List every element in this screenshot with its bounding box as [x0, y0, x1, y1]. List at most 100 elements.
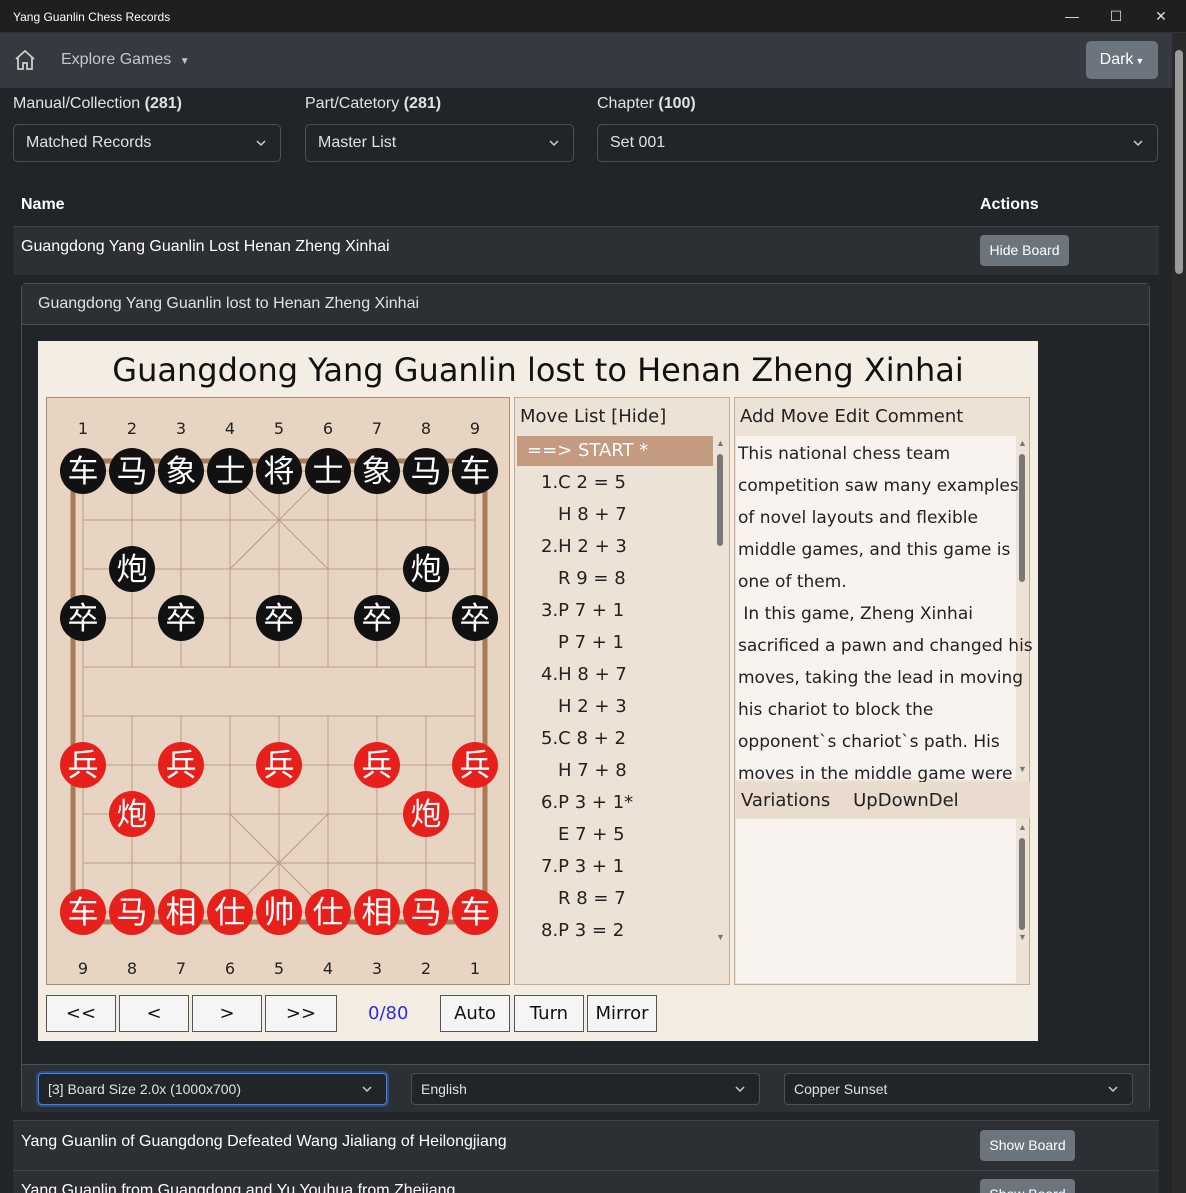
board-theme-select[interactable]: Copper Sunset	[784, 1073, 1133, 1105]
scroll-down-arrow-icon[interactable]: ▼	[1018, 932, 1027, 942]
move-item[interactable]: H 7 + 8	[558, 760, 627, 781]
black-piece: 车	[68, 454, 99, 490]
board-size-select[interactable]: [3] Board Size 2.0x (1000x700)	[38, 1073, 387, 1105]
first-move-button[interactable]: <<	[46, 995, 116, 1032]
file-label-bottom: 3	[372, 959, 382, 978]
hide-board-button[interactable]: Hide Board	[980, 235, 1069, 266]
red-piece: 马	[411, 895, 442, 931]
black-piece: 士	[215, 454, 246, 490]
board-theme-value: Copper Sunset	[794, 1081, 888, 1097]
file-label-top: 6	[323, 419, 333, 438]
caret-down-icon: ▼	[1135, 56, 1145, 66]
window-title: Yang Guanlin Chess Records	[13, 10, 171, 24]
move-list-header[interactable]: Move List [Hide]	[520, 406, 666, 427]
move-counter: 0/80	[368, 1003, 409, 1024]
move-item[interactable]: 8.P 3 = 2	[541, 920, 624, 941]
red-piece: 车	[460, 895, 491, 931]
move-item[interactable]: 7.P 3 + 1	[541, 856, 624, 877]
comment-scrollbar[interactable]: ▲ ▼	[1015, 438, 1029, 778]
black-pawn: 卒	[264, 601, 295, 637]
prev-move-button[interactable]: <	[119, 995, 189, 1032]
move-item[interactable]: 4.H 8 + 7	[541, 664, 627, 685]
show-board-button[interactable]: Show Board	[980, 1179, 1075, 1193]
auto-play-button[interactable]: Auto	[440, 995, 510, 1032]
part-select-value: Master List	[318, 134, 397, 151]
chapter-select[interactable]: Set 001	[597, 124, 1158, 162]
board-size-value: [3] Board Size 2.0x (1000x700)	[48, 1081, 242, 1097]
chapter-label: Chapter (100)	[597, 95, 696, 112]
xiangqi-board[interactable]: 123456789987654321车马象士将士象马车炮炮卒卒卒卒卒兵兵兵兵兵炮…	[46, 397, 510, 985]
move-list-scroll-thumb[interactable]	[717, 454, 723, 546]
mirror-board-button[interactable]: Mirror	[587, 995, 657, 1032]
part-select[interactable]: Master List	[305, 124, 574, 162]
black-piece: 将	[264, 454, 295, 490]
chapter-select-value: Set 001	[610, 134, 666, 151]
turn-board-button[interactable]: Turn	[514, 995, 584, 1032]
board-svg: 1 2 3 4 5 6 7 8 99 8 7 6 5 4 3 2 1车马象士将士象马车炮 炮卒卒卒卒卒兵兵兵兵兵炮…	[60, 419, 498, 978]
file-label-top: 8	[421, 419, 431, 438]
scroll-up-arrow-icon[interactable]: ▲	[1018, 438, 1027, 448]
file-label-top: 7	[372, 419, 382, 438]
chevron-down-icon	[1108, 1086, 1118, 1093]
home-icon[interactable]	[13, 48, 37, 72]
comment-line: In this game, Zheng Xinhai	[738, 604, 973, 624]
theme-dropdown-button[interactable]: Dark ▼	[1086, 41, 1158, 79]
board-card-title: Guangdong Yang Guanlin lost to Henan Zhe…	[38, 295, 420, 312]
move-item[interactable]: H 2 + 3	[558, 696, 627, 717]
chevron-down-icon	[362, 1086, 372, 1093]
comment-text[interactable]: This national chess team competition saw …	[738, 438, 1033, 790]
black-piece: 象	[362, 454, 393, 490]
move-item[interactable]: 3.P 7 + 1	[541, 600, 624, 621]
variations-header[interactable]: Variations UpDownDel	[741, 790, 959, 811]
move-list-scrollbar[interactable]: ▲ ▼	[713, 436, 727, 946]
red-cannon: 炮	[117, 797, 148, 833]
move-item[interactable]: 5.C 8 + 2	[541, 728, 626, 749]
explore-games-dropdown[interactable]: Explore Games ▼	[61, 51, 190, 69]
manual-select[interactable]: Matched Records	[13, 124, 281, 162]
page-scrollbar-thumb[interactable]	[1175, 50, 1183, 274]
game-title: Guangdong Yang Guanlin lost to Henan Zhe…	[112, 351, 964, 389]
next-move-button[interactable]: >	[192, 995, 262, 1032]
scroll-down-arrow-icon[interactable]: ▼	[716, 932, 725, 942]
move-item[interactable]: E 7 + 5	[558, 824, 625, 845]
move-start[interactable]: ==> START *	[527, 440, 648, 461]
scroll-up-arrow-icon[interactable]: ▲	[1018, 822, 1027, 832]
move-item[interactable]: R 9 = 8	[558, 568, 626, 589]
scroll-down-arrow-icon[interactable]: ▼	[1018, 764, 1027, 774]
move-item[interactable]: H 8 + 7	[558, 504, 627, 525]
minimize-button[interactable]: —	[1062, 6, 1082, 26]
red-piece: 马	[117, 895, 148, 931]
black-pawn: 卒	[460, 601, 491, 637]
comment-line: of novel layouts and flexible	[738, 508, 978, 528]
scroll-up-arrow-icon[interactable]: ▲	[716, 438, 725, 448]
move-item[interactable]: 2.H 2 + 3	[541, 536, 627, 557]
red-pawn: 兵	[460, 748, 491, 784]
explore-games-label: Explore Games	[61, 51, 172, 68]
close-button[interactable]: ✕	[1151, 6, 1171, 26]
comment-scroll-thumb[interactable]	[1019, 454, 1025, 582]
table-row: Guangdong Yang Guanlin Lost Henan Zheng …	[13, 226, 1159, 275]
black-piece: 马	[411, 454, 442, 490]
file-label-bottom: 6	[225, 959, 235, 978]
red-pawn: 兵	[68, 748, 99, 784]
variations-scrollbar[interactable]: ▲ ▼	[1015, 822, 1029, 946]
move-item[interactable]: 1.C 2 = 5	[541, 472, 626, 493]
move-item[interactable]: 6.P 3 + 1*	[541, 792, 633, 813]
move-item[interactable]: R 8 = 7	[558, 888, 626, 909]
black-cannon: 炮	[411, 552, 442, 588]
maximize-button[interactable]: ☐	[1106, 6, 1126, 26]
variations-box[interactable]	[736, 819, 1016, 983]
show-board-button[interactable]: Show Board	[980, 1130, 1075, 1161]
red-pawn: 兵	[362, 748, 393, 784]
variations-scroll-thumb[interactable]	[1019, 838, 1025, 930]
manual-select-value: Matched Records	[26, 134, 152, 151]
comment-header[interactable]: Add Move Edit Comment	[740, 406, 963, 427]
navbar: Explore Games ▼ Dark ▼	[0, 33, 1172, 88]
last-move-button[interactable]: >>	[265, 995, 337, 1032]
comment-line: one of them.	[738, 572, 847, 592]
move-item[interactable]: P 7 + 1	[558, 632, 624, 653]
comment-line: his chariot to block the	[738, 700, 934, 720]
file-label-bottom: 9	[78, 959, 88, 978]
language-select[interactable]: English	[411, 1073, 760, 1105]
black-piece: 车	[460, 454, 491, 490]
